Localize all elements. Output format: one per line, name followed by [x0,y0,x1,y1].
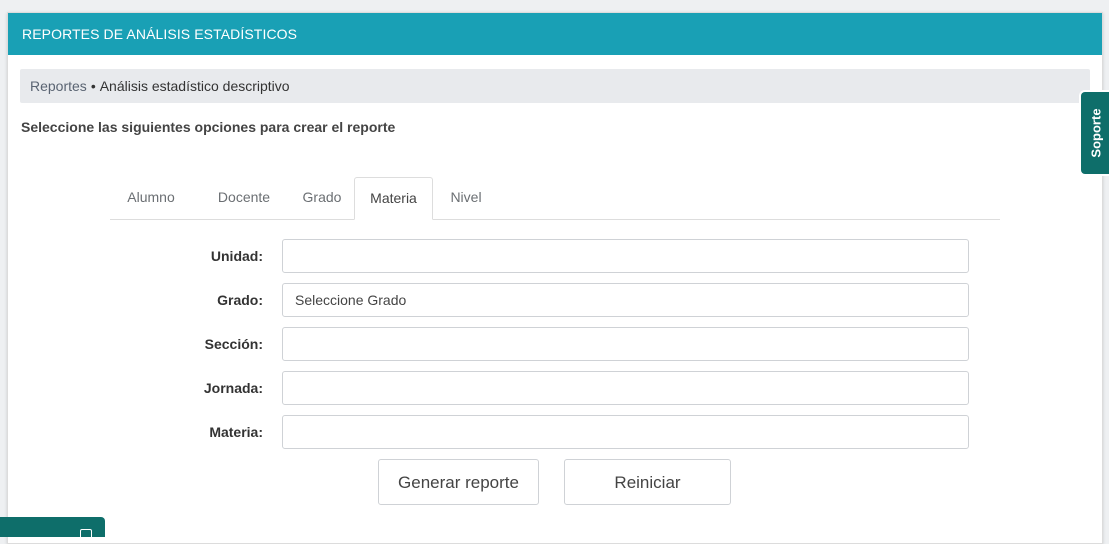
chat-icon [80,529,92,539]
breadcrumb-separator: • [90,78,96,94]
generate-report-button[interactable]: Generar reporte [378,459,539,505]
unidad-select[interactable] [282,239,969,273]
unidad-label: Unidad: [210,248,263,264]
form-row-unidad: Unidad: [8,239,1102,273]
seccion-label: Sección: [204,336,263,352]
tab-docente[interactable]: Docente [198,177,290,218]
form-row-materia: Materia: [8,415,1102,449]
form-row-seccion: Sección: [8,327,1102,361]
report-tabs: Alumno Docente Grado Materia Nivel [110,177,1000,220]
tab-nivel[interactable]: Nivel [436,177,496,218]
jornada-label: Jornada: [203,380,263,396]
tab-grado[interactable]: Grado [290,177,354,218]
form-row-grado: Grado: Seleccione Grado [8,283,1102,317]
breadcrumb-link-reportes[interactable]: Reportes [30,78,87,94]
breadcrumb-current: Análisis estadístico descriptivo [99,78,290,94]
form-row-jornada: Jornada: [8,371,1102,405]
seccion-select[interactable] [282,327,969,361]
grado-label: Grado: [217,292,263,308]
materia-select[interactable] [282,415,969,449]
grado-select[interactable]: Seleccione Grado [282,283,969,317]
panel-title: REPORTES DE ANÁLISIS ESTADÍSTICOS [8,13,1102,55]
reset-button[interactable]: Reiniciar [564,459,731,505]
tab-alumno[interactable]: Alumno [110,177,192,218]
tab-materia[interactable]: Materia [354,177,433,220]
jornada-select[interactable] [282,371,969,405]
chat-widget[interactable] [0,517,105,539]
materia-label: Materia: [209,424,263,440]
support-tab[interactable]: Soporte [1081,92,1109,174]
breadcrumb: Reportes • Análisis estadístico descriptiv… [20,69,1090,103]
instructions-text: Seleccione las siguientes opciones para … [21,119,396,135]
report-panel: REPORTES DE ANÁLISIS ESTADÍSTICOS Report… [7,12,1103,544]
support-label: Soporte [1088,108,1104,158]
